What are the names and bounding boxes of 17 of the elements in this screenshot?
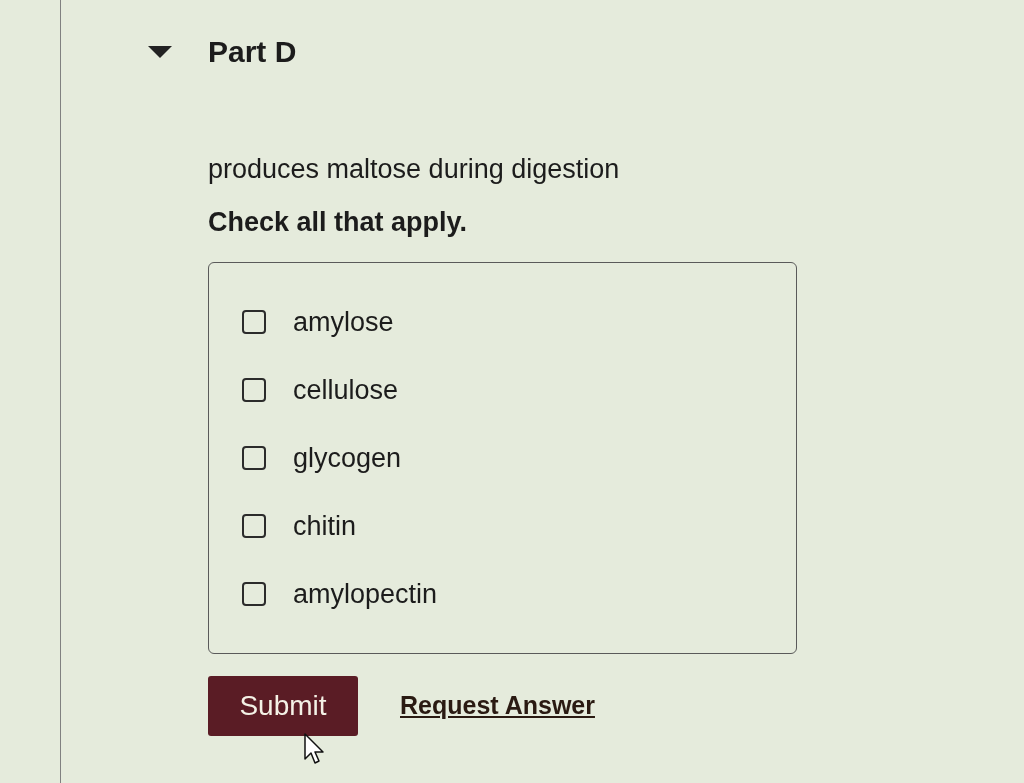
option-label[interactable]: glycogen <box>293 442 402 474</box>
checkbox[interactable] <box>242 582 266 606</box>
checkbox[interactable] <box>242 378 266 402</box>
cursor-icon <box>304 733 324 765</box>
option-label[interactable]: amylose <box>293 306 394 338</box>
option-label[interactable]: cellulose <box>293 374 399 406</box>
request-answer-link[interactable]: Request Answer <box>400 687 595 725</box>
question-prompt: produces maltose during digestion <box>208 153 621 185</box>
caret-icon[interactable] <box>148 46 172 58</box>
checkbox[interactable] <box>242 514 266 538</box>
instruction-text: Check all that apply. <box>208 206 469 238</box>
option-label[interactable]: amylopectin <box>293 578 438 610</box>
option-label[interactable]: chitin <box>293 510 357 542</box>
submit-button[interactable]: Submit <box>208 676 358 736</box>
checkbox[interactable] <box>242 446 266 470</box>
checkbox[interactable] <box>242 310 266 334</box>
part-title: Part D <box>208 34 297 70</box>
